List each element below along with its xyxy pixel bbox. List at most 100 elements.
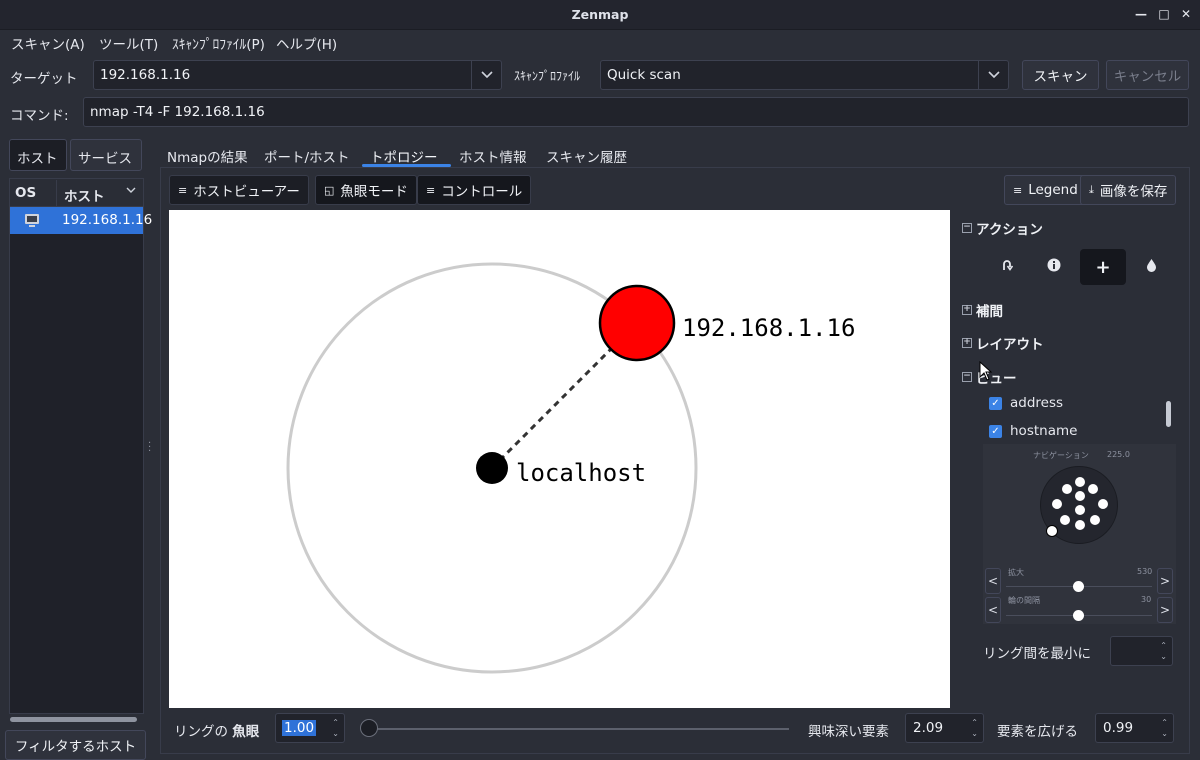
column-divider — [56, 180, 57, 206]
legend-button[interactable]: ≡ Legend — [1004, 175, 1087, 205]
host-node[interactable] — [598, 284, 676, 362]
zoom-handle[interactable] — [1073, 581, 1084, 592]
tab-services-label: サービス — [78, 151, 132, 167]
host-viewer-button[interactable]: ≡ ホストビューアー — [169, 175, 309, 205]
localhost-label: localhost — [516, 459, 646, 487]
ring-fisheye-slider-track[interactable] — [369, 728, 789, 730]
ring-fisheye-spinner[interactable]: 1.00 ⌃ ⌄ — [275, 713, 345, 743]
spinner-arrows-icon[interactable]: ⌃ ⌄ — [332, 717, 339, 739]
view-option-address[interactable]: ✓ address — [989, 395, 1063, 411]
chevron-down-icon[interactable] — [471, 61, 501, 89]
spinner-arrows-icon[interactable]: ⌃ ⌄ — [1161, 717, 1168, 739]
spinner-arrows-icon[interactable]: ⌃ ⌄ — [1160, 640, 1167, 662]
command-label: コマンド: — [10, 108, 69, 124]
ring-gap-handle[interactable] — [1073, 610, 1084, 621]
tab-nmap-output[interactable]: Nmapの結果 — [167, 146, 248, 166]
interpolation-section[interactable]: + 補間 — [962, 300, 1003, 320]
minimize-icon[interactable]: — — [1133, 6, 1149, 22]
ring-label: リングの 魚眼 — [174, 720, 259, 740]
navigation-label: ナビゲーション — [1033, 451, 1089, 460]
fisheye-button[interactable]: ◱ 魚眼モード — [315, 175, 417, 205]
checkbox-checked-icon[interactable]: ✓ — [989, 396, 1002, 410]
mouse-cursor-icon — [979, 360, 993, 385]
column-os[interactable]: OS — [15, 185, 36, 201]
min-ring-spinner[interactable]: ⌃ ⌄ — [1110, 636, 1173, 666]
host-row-name: 192.168.1.16 — [62, 212, 153, 228]
action-section[interactable]: − アクション — [962, 218, 1043, 238]
topology-canvas[interactable]: localhost 192.168.1.16 — [169, 210, 950, 708]
ring-fisheye-slider-handle[interactable] — [360, 719, 378, 737]
command-input[interactable]: nmap -T4 -F 192.168.1.16 — [83, 97, 1189, 127]
save-image-button[interactable]: ⤓ 画像を保存 — [1080, 175, 1177, 205]
drop-icon — [1146, 258, 1157, 276]
ring-gap-value: 30 — [1141, 595, 1152, 604]
expand-icon[interactable]: + — [962, 338, 972, 348]
host-row[interactable]: 192.168.1.16 — [10, 207, 152, 234]
list-icon: ≡ — [1013, 183, 1023, 197]
maximize-icon[interactable]: □ — [1156, 6, 1172, 22]
ring-gap-decrease-button[interactable]: < — [985, 597, 1001, 623]
zoom-increase-button[interactable]: > — [1157, 568, 1173, 594]
action-section-label: アクション — [976, 222, 1043, 238]
menu-scan[interactable]: スキャン(A) — [11, 33, 85, 53]
view-list-scrollbar[interactable] — [1166, 401, 1171, 427]
ring-gap-label: 輪の間隔 — [1008, 596, 1040, 605]
tab-hosts[interactable]: ホスト — [9, 139, 67, 171]
column-host[interactable]: ホスト — [64, 185, 105, 205]
list-icon: ≡ — [178, 183, 188, 197]
expand-icon[interactable]: + — [962, 305, 972, 315]
checkbox-checked-icon[interactable]: ✓ — [989, 424, 1002, 438]
chevron-down-icon[interactable] — [126, 183, 136, 199]
controls-button[interactable]: ≡ コントロール — [417, 175, 532, 205]
controls-label: コントロール — [441, 184, 523, 200]
focus-arrow-icon — [1001, 258, 1014, 276]
zoom-decrease-button[interactable]: < — [985, 568, 1001, 594]
view-option-hostname[interactable]: ✓ hostname — [989, 423, 1077, 439]
splitter-handle[interactable]: · · · — [148, 439, 151, 457]
ring-gap-increase-button[interactable]: > — [1157, 597, 1173, 623]
zoom-label: 拡大 — [1008, 568, 1024, 577]
filter-hosts-button[interactable]: フィルタするホスト — [5, 730, 146, 760]
tab-scan-history[interactable]: スキャン履歴 — [546, 146, 627, 166]
interpolation-section-label: 補間 — [976, 304, 1003, 320]
host-list-scrollbar[interactable] — [10, 717, 137, 722]
download-icon: ⤓ — [1089, 183, 1094, 196]
menu-tools[interactable]: ツール(T) — [99, 33, 158, 53]
action-change-focus-button[interactable] — [984, 249, 1030, 285]
menu-help[interactable]: ヘルプ(H) — [276, 33, 337, 53]
ring-fisheye-value[interactable]: 1.00 — [282, 720, 317, 736]
view-option-address-label: address — [1010, 395, 1064, 411]
scan-button[interactable]: スキャン — [1022, 60, 1099, 90]
interest-spinner[interactable]: 2.09 ⌃ ⌄ — [905, 713, 984, 743]
profile-label: ｽｷｬﾝﾌﾟﾛﾌｧｲﾙ — [514, 69, 581, 83]
action-fill-button[interactable] — [1128, 249, 1174, 285]
action-info-button[interactable] — [1031, 249, 1077, 285]
tab-services[interactable]: サービス — [70, 139, 142, 171]
spread-spinner[interactable]: 0.99 ⌃ ⌄ — [1095, 713, 1174, 743]
cancel-button[interactable]: キャンセル — [1106, 60, 1189, 90]
profile-combo[interactable]: Quick scan — [600, 60, 1009, 90]
tab-host-details[interactable]: ホスト情報 — [459, 146, 527, 166]
localhost-node[interactable] — [476, 452, 508, 484]
close-icon[interactable]: ✕ — [1178, 6, 1194, 22]
tab-topology[interactable]: トポロジー — [370, 146, 438, 166]
spread-value: 0.99 — [1103, 720, 1134, 736]
interest-label: 興味深い要素 — [808, 724, 889, 740]
topology-graph[interactable]: localhost 192.168.1.16 — [169, 210, 950, 708]
tab-ports-hosts[interactable]: ポート/ホスト — [264, 146, 350, 166]
collapse-icon[interactable]: − — [962, 372, 972, 382]
layout-section[interactable]: + レイアウト — [962, 333, 1044, 353]
collapse-icon[interactable]: − — [962, 223, 972, 233]
chevron-down-icon[interactable] — [978, 61, 1008, 89]
menu-profile[interactable]: ｽｷｬﾝﾌﾟﾛﾌｧｲﾙ(P) — [172, 33, 265, 53]
interest-value: 2.09 — [913, 720, 944, 736]
info-icon — [1047, 258, 1061, 276]
plus-icon: + — [1095, 256, 1111, 278]
action-group-button[interactable]: + — [1080, 249, 1126, 285]
spinner-arrows-icon[interactable]: ⌃ ⌄ — [971, 717, 978, 739]
ring-label-text: リングの — [174, 724, 228, 740]
target-combo[interactable]: 192.168.1.16 — [93, 60, 502, 90]
profile-value: Quick scan — [607, 67, 681, 83]
navigation-wheel[interactable] — [1040, 466, 1118, 544]
fisheye-label: 魚眼モード — [340, 184, 408, 200]
